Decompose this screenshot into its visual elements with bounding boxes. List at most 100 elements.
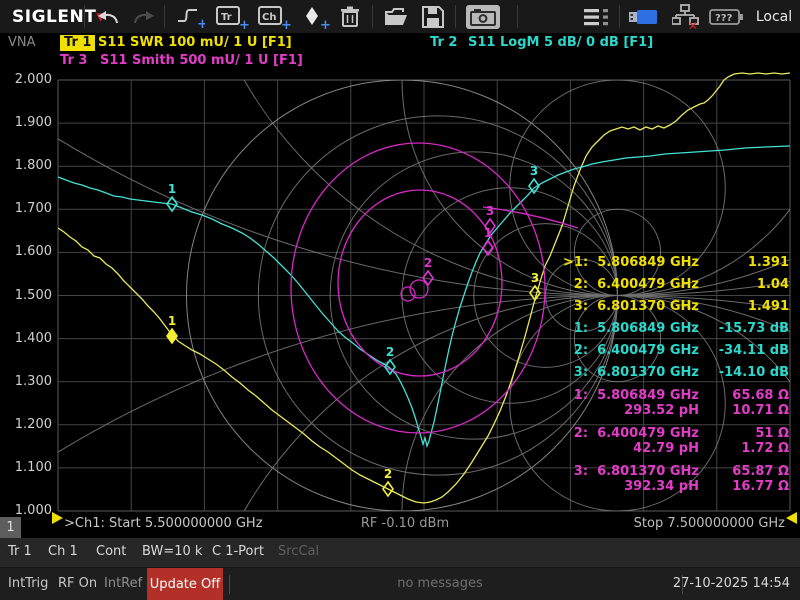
sweep-stop-label: Stop 7.500000000 GHz bbox=[633, 516, 785, 531]
battery-label: ??? bbox=[715, 13, 733, 24]
rf-power-label: RF -0.10 dBm bbox=[360, 516, 450, 531]
trace-add-icon: Tr + bbox=[216, 5, 249, 30]
sweep-bar: 1 >Ch1: Start 5.500000000 GHz RF -0.10 d… bbox=[0, 512, 800, 538]
datetime-label: 27-10-2025 14:54 bbox=[672, 576, 790, 591]
y-tick-label: 2.000 bbox=[14, 72, 52, 87]
measurement-status-bar: Tr 1 Ch 1 Cont BW=10 k C 1-Port SrcCal bbox=[0, 538, 800, 567]
marker-number: 1 bbox=[168, 314, 176, 328]
smith-markers[interactable]: 123 bbox=[422, 204, 496, 287]
trace2-measurement[interactable]: S11 LogM 5 dB/ 0 dB [F1] bbox=[468, 35, 653, 50]
add-marker-button[interactable]: + bbox=[298, 0, 334, 33]
status-sweep-mode[interactable]: Cont bbox=[96, 544, 126, 559]
menu-button[interactable] bbox=[580, 0, 614, 33]
marker-number: 3 bbox=[486, 204, 494, 218]
trace1-chip[interactable]: Tr 1 bbox=[60, 35, 96, 51]
screenshot-button[interactable] bbox=[462, 0, 504, 33]
status-reference[interactable]: IntRef bbox=[104, 576, 142, 591]
marker-value: 1.72 Ω bbox=[741, 441, 789, 456]
channel-add-icon: Ch + bbox=[258, 5, 291, 30]
marker-readout-row: 392.34 pH 16.77 Ω bbox=[563, 477, 789, 497]
redo-button[interactable] bbox=[128, 0, 160, 33]
trace3-measurement[interactable]: S11 Smith 500 mU/ 1 U [F1] bbox=[100, 53, 303, 68]
marker-readout-row: 1: 5.806849 GHz -15.73 dB bbox=[563, 319, 789, 339]
trace2-chip[interactable]: Tr 2 bbox=[430, 35, 457, 50]
message-area: no messages bbox=[397, 576, 483, 591]
status-srccal[interactable]: SrcCal bbox=[278, 544, 319, 559]
y-tick-label: 1.500 bbox=[14, 287, 52, 303]
status-trace[interactable]: Tr 1 bbox=[8, 544, 32, 559]
separator bbox=[517, 5, 518, 28]
separator bbox=[84, 5, 85, 28]
marker-number: 2 bbox=[424, 256, 432, 270]
marker-frequency: >1: 5.806849 GHz bbox=[563, 255, 700, 270]
marker-frequency: 392.34 pH bbox=[624, 479, 699, 494]
status-bandwidth[interactable]: BW=10 k bbox=[142, 544, 202, 559]
vna-screen: 123123123 SIGLENT▾ + Tr + Ch bbox=[0, 0, 800, 600]
svg-text:+: + bbox=[239, 18, 249, 30]
marker-value: 1.391 bbox=[747, 255, 789, 270]
channel-tab[interactable]: 1 bbox=[0, 517, 21, 538]
marker-readout-row: 293.52 pH 10.71 Ω bbox=[563, 401, 789, 421]
separator bbox=[619, 5, 620, 28]
undo-icon bbox=[98, 10, 118, 23]
trace-legend-row-2: Tr 3 S11 Smith 500 mU/ 1 U [F1] bbox=[0, 53, 800, 71]
marker-readout-row: 3: 6.801370 GHz -14.10 dB bbox=[563, 363, 789, 383]
sweep-start-label: >Ch1: Start 5.500000000 GHz bbox=[64, 516, 263, 531]
status-trigger[interactable]: IntTrig bbox=[8, 576, 48, 591]
toolbar: SIGLENT▾ + Tr + Ch + bbox=[0, 0, 800, 34]
marker-add-icon: + bbox=[306, 6, 331, 30]
svg-text:+: + bbox=[320, 18, 331, 30]
trace3-chip[interactable]: Tr 3 bbox=[60, 53, 87, 68]
marker-value: 16.77 Ω bbox=[732, 479, 789, 494]
marker-frequency: 2: 6.400479 GHz bbox=[573, 343, 699, 358]
y-tick-label: 1.300 bbox=[14, 373, 52, 389]
marker-frequency: 1: 5.806849 GHz bbox=[573, 321, 699, 336]
menu-icon bbox=[584, 8, 608, 25]
marker-readout-row: >1: 5.806849 GHz 1.391 bbox=[563, 253, 789, 273]
add-channel-button[interactable]: Ch + bbox=[254, 0, 294, 33]
add-measurement-button[interactable]: + bbox=[172, 0, 208, 33]
swr-markers[interactable]: 1 2 3 bbox=[166, 271, 541, 498]
svg-text:✕: ✕ bbox=[688, 19, 698, 30]
redo-icon bbox=[134, 10, 154, 23]
status-calibration[interactable]: C 1-Port bbox=[212, 544, 264, 559]
add-trace-button[interactable]: Tr + bbox=[212, 0, 252, 33]
save-icon bbox=[422, 5, 444, 28]
status-channel[interactable]: Ch 1 bbox=[48, 544, 78, 559]
camera-icon bbox=[466, 4, 500, 29]
separator bbox=[455, 5, 456, 28]
svg-text:+: + bbox=[281, 18, 291, 30]
system-status-bar: IntTrig RF On IntRef Update Off no messa… bbox=[0, 567, 800, 600]
marker-value: -15.73 dB bbox=[718, 321, 789, 336]
marker-readout-row: 2: 6.400479 GHz -34.11 dB bbox=[563, 341, 789, 361]
save-button[interactable] bbox=[416, 0, 450, 33]
network-status: ✕ bbox=[670, 0, 702, 33]
marker-frequency: 2: 6.400479 GHz bbox=[573, 277, 699, 292]
marker-readout-row: 2: 6.400479 GHz 1.04 bbox=[563, 275, 789, 295]
marker-frequency: 3: 6.801370 GHz bbox=[573, 365, 699, 380]
marker-number: 3 bbox=[530, 164, 538, 178]
y-tick-label: 1.700 bbox=[14, 201, 52, 217]
y-tick-label: 1.900 bbox=[14, 115, 52, 131]
usb-status bbox=[628, 0, 660, 33]
marker-value: 1.04 bbox=[756, 277, 789, 292]
signal-add-icon: + bbox=[178, 8, 205, 30]
vna-label: VNA bbox=[8, 35, 36, 50]
marker-value: -34.11 dB bbox=[718, 343, 789, 358]
trace-legend-row-1: VNA Tr 1 S11 SWR 100 mU/ 1 U [F1] Tr 2 S… bbox=[0, 35, 800, 53]
status-rf[interactable]: RF On bbox=[58, 576, 97, 591]
separator bbox=[229, 575, 230, 594]
marker-value: 1.491 bbox=[747, 299, 789, 314]
battery-status: ??? bbox=[708, 0, 746, 33]
y-tick-label: 1.200 bbox=[14, 416, 52, 432]
y-tick-label: 1.400 bbox=[14, 330, 52, 346]
trace1-measurement[interactable]: S11 SWR 100 mU/ 1 U [F1] bbox=[98, 35, 292, 50]
recall-file-button[interactable] bbox=[379, 0, 413, 33]
local-button[interactable]: Local bbox=[752, 0, 796, 33]
marker-number: 2 bbox=[386, 345, 394, 359]
svg-text:Tr: Tr bbox=[221, 12, 232, 23]
marker-value: 10.71 Ω bbox=[732, 403, 789, 418]
delete-button[interactable] bbox=[334, 0, 366, 33]
update-off-button[interactable]: Update Off bbox=[147, 568, 223, 600]
undo-button[interactable] bbox=[92, 0, 124, 33]
